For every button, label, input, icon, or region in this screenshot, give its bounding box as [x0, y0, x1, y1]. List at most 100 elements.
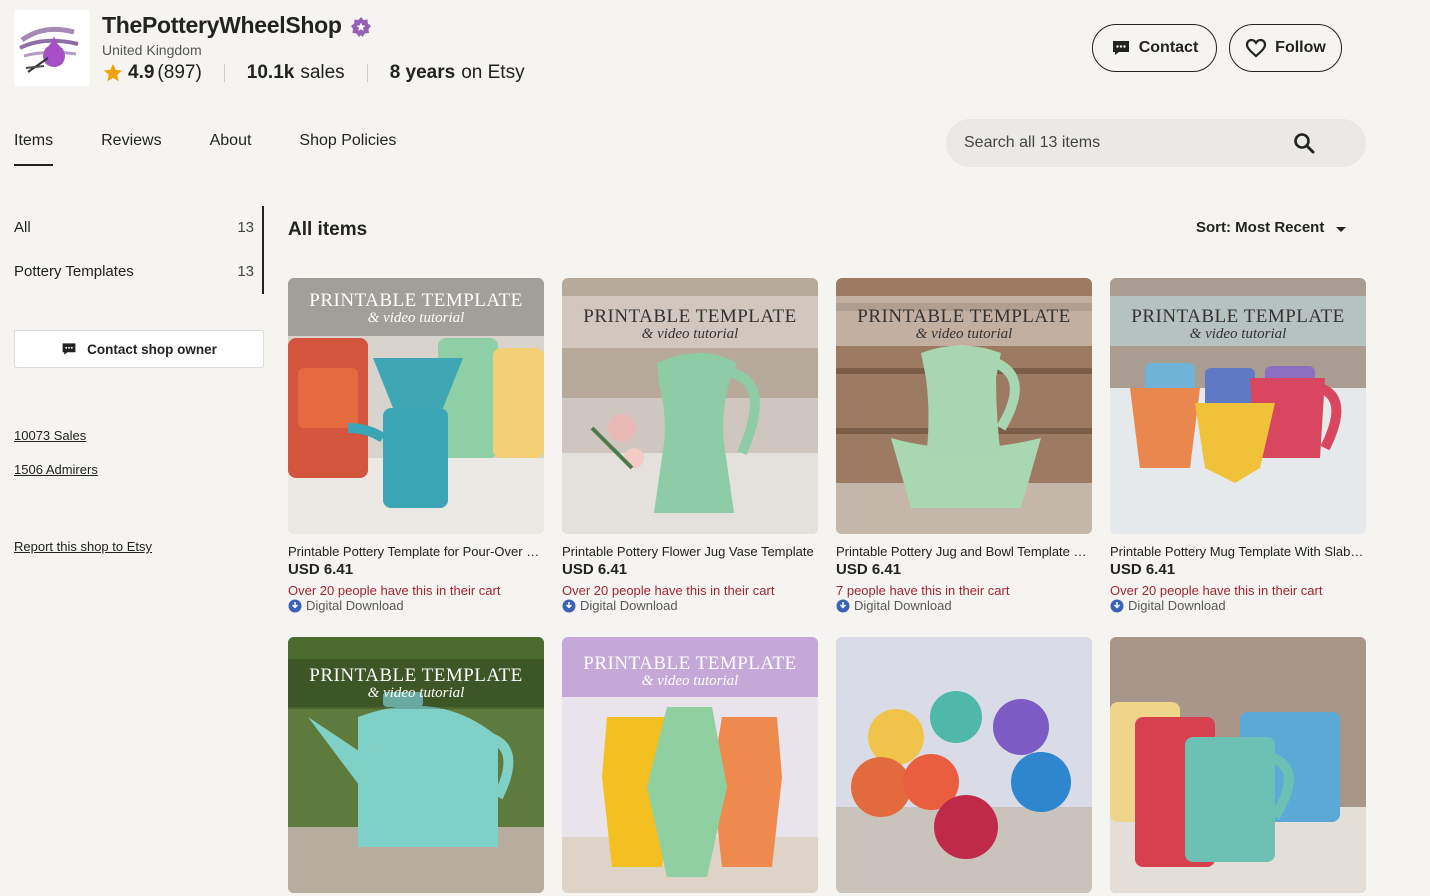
listing-image [836, 637, 1092, 893]
banner-line1: PRINTABLE TEMPLATE [309, 665, 523, 686]
listing-banner: PRINTABLE TEMPLATE & video tutorial [562, 306, 818, 354]
search-input[interactable]: Search all 13 items [946, 119, 1366, 167]
digital-download-tag: Digital Download [836, 598, 1092, 613]
listing-price: USD 6.41 [288, 561, 354, 578]
follow-button[interactable]: Follow [1229, 24, 1342, 72]
listing-banner: PRINTABLE TEMPLATE & video tutorial [562, 653, 818, 701]
sales-label: sales [300, 62, 345, 83]
download-cloud-icon [836, 599, 850, 612]
listing-title[interactable]: Printable Pottery Flower Jug Vase Templa… [562, 544, 818, 559]
shop-name: ThePotteryWheelShop [102, 12, 342, 38]
sidebar: All 13 Pottery Templates 13 Contact shop… [14, 206, 264, 554]
tab-about[interactable]: About [210, 132, 252, 166]
listing-banner: PRINTABLE TEMPLATE & video tutorial [288, 665, 544, 713]
caret-down-icon [1336, 226, 1347, 232]
contact-label: Contact [1138, 39, 1199, 56]
message-icon [62, 343, 76, 355]
sort-dropdown[interactable]: Sort: Most Recent [1196, 219, 1347, 236]
digital-download-tag: Digital Download [288, 598, 544, 613]
category-label: All [14, 219, 31, 236]
category-count: 13 [237, 219, 254, 236]
banner-line2: & video tutorial [367, 685, 465, 701]
heart-icon [1246, 38, 1267, 58]
category-pottery-templates[interactable]: Pottery Templates 13 [14, 263, 254, 280]
listing-title[interactable]: Printable Pottery Mug Template With Slab… [1110, 544, 1366, 559]
contact-shop-owner-button[interactable]: Contact shop owner [14, 330, 264, 368]
shop-logo [14, 10, 90, 86]
category-list: All 13 Pottery Templates 13 [14, 206, 264, 294]
listing-title[interactable]: Printable Pottery Template for Pour-Over… [288, 544, 544, 559]
digital-download-tag: Digital Download [562, 598, 818, 613]
contact-button[interactable]: Contact [1092, 24, 1217, 72]
listing-card[interactable]: PRINTABLE TEMPLATE & video tutorial Prin… [1110, 278, 1366, 613]
banner-line1: PRINTABLE TEMPLATE [309, 290, 523, 311]
admirers-link[interactable]: 1506 Admirers [14, 462, 98, 477]
listing-price: USD 6.41 [1110, 561, 1176, 578]
listing-card[interactable] [1110, 637, 1366, 893]
rating-value: 4.9 [128, 62, 155, 83]
listing-price: USD 6.41 [562, 561, 628, 578]
digital-download-tag: Digital Download [1110, 598, 1366, 613]
follow-label: Follow [1275, 39, 1326, 56]
listing-image[interactable]: PRINTABLE TEMPLATE & video tutorial [562, 637, 818, 893]
tab-reviews[interactable]: Reviews [101, 132, 161, 166]
cart-count: Over 20 people have this in their cart [1110, 583, 1323, 598]
shop-location: United Kingdom [102, 42, 202, 58]
search-icon[interactable] [1292, 131, 1316, 155]
report-shop-link[interactable]: Report this shop to Etsy [14, 539, 152, 554]
listing-image[interactable]: PRINTABLE TEMPLATE & video tutorial [836, 278, 1092, 534]
years-value: 8 years [389, 62, 456, 83]
divider [366, 64, 368, 82]
shop-tabs: Items Reviews About Shop Policies [14, 132, 444, 166]
listing-card[interactable]: PRINTABLE TEMPLATE & video tutorial Prin… [836, 278, 1092, 613]
listing-banner: PRINTABLE TEMPLATE & video tutorial [836, 306, 1092, 354]
cart-count: 7 people have this in their cart [836, 583, 1010, 598]
listing-card[interactable] [836, 637, 1092, 893]
sort-label: Sort: Most Recent [1196, 219, 1325, 236]
download-label: Digital Download [580, 598, 678, 613]
years-label: on Etsy [461, 62, 525, 83]
listing-image[interactable]: PRINTABLE TEMPLATE & video tutorial [288, 278, 544, 534]
banner-line2: & video tutorial [367, 310, 465, 326]
category-all[interactable]: All 13 [14, 219, 254, 236]
banner-line1: PRINTABLE TEMPLATE [583, 653, 797, 674]
contact-owner-label: Contact shop owner [87, 341, 217, 357]
shop-stats: 4.9 (897) 10.1k sales 8 years on Etsy [102, 60, 525, 86]
rating-count[interactable]: (897) [157, 62, 201, 84]
message-icon [1112, 41, 1129, 55]
listing-card[interactable]: PRINTABLE TEMPLATE & video tutorial Prin… [562, 278, 818, 613]
download-cloud-icon [288, 599, 302, 612]
category-label: Pottery Templates [14, 263, 134, 280]
listing-image[interactable]: PRINTABLE TEMPLATE & video tutorial [288, 637, 544, 893]
star-icon [103, 63, 123, 82]
banner-line1: PRINTABLE TEMPLATE [857, 306, 1071, 327]
category-count: 13 [237, 263, 254, 280]
download-label: Digital Download [306, 598, 404, 613]
tab-items[interactable]: Items [14, 132, 54, 166]
star-seller-badge-icon [351, 17, 371, 37]
divider [223, 64, 225, 82]
listing-card[interactable]: PRINTABLE TEMPLATE & video tutorial [562, 637, 818, 893]
cart-count: Over 20 people have this in their cart [288, 583, 501, 598]
listing-image[interactable]: PRINTABLE TEMPLATE & video tutorial [1110, 278, 1366, 534]
listing-card[interactable]: PRINTABLE TEMPLATE & video tutorial [288, 637, 544, 893]
banner-line2: & video tutorial [915, 326, 1013, 342]
download-cloud-icon [562, 599, 576, 612]
download-label: Digital Download [854, 598, 952, 613]
listing-card[interactable]: PRINTABLE TEMPLATE & video tutorial Prin… [288, 278, 544, 613]
banner-line1: PRINTABLE TEMPLATE [583, 306, 797, 327]
listing-image [1110, 637, 1366, 893]
download-label: Digital Download [1128, 598, 1226, 613]
download-cloud-icon [1110, 599, 1124, 612]
listing-banner: PRINTABLE TEMPLATE & video tutorial [1110, 306, 1366, 354]
banner-line1: PRINTABLE TEMPLATE [1131, 306, 1345, 327]
banner-line2: & video tutorial [1189, 326, 1287, 342]
banner-line2: & video tutorial [641, 326, 739, 342]
cart-count: Over 20 people have this in their cart [562, 583, 775, 598]
tab-shop-policies[interactable]: Shop Policies [299, 132, 396, 166]
listing-banner: PRINTABLE TEMPLATE & video tutorial [288, 290, 544, 338]
listing-title[interactable]: Printable Pottery Jug and Bowl Template … [836, 544, 1092, 559]
listing-image[interactable]: PRINTABLE TEMPLATE & video tutorial [562, 278, 818, 534]
sales-link[interactable]: 10073 Sales [14, 428, 86, 443]
section-title: All items [288, 219, 368, 240]
